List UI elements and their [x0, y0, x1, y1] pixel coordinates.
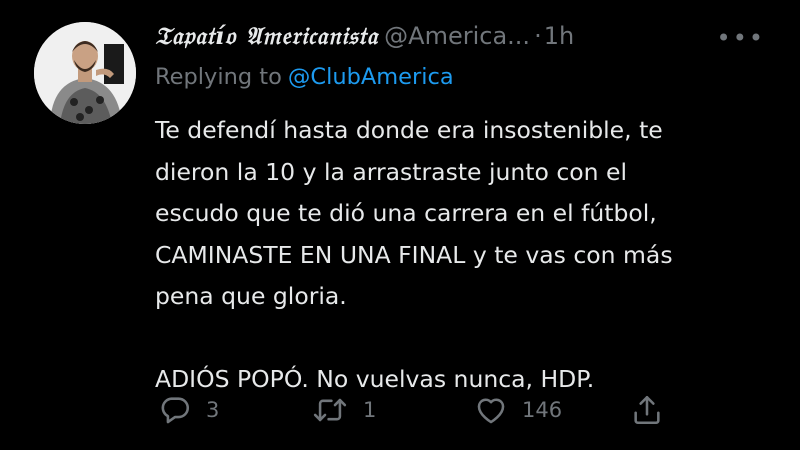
- reply-icon: [161, 397, 190, 424]
- reply-count: 3: [206, 398, 220, 422]
- tweet-text-line: escudo que te dió una carrera en el fútb…: [155, 199, 657, 227]
- more-horizontal-icon[interactable]: •••: [717, 20, 765, 56]
- heart-icon: [477, 398, 505, 424]
- dot-separator: ·: [534, 22, 542, 50]
- timestamp[interactable]: 1h: [544, 22, 574, 50]
- tweet-text-line: pena que gloria.: [155, 282, 347, 310]
- like-button[interactable]: 146: [474, 390, 562, 430]
- replying-to-link[interactable]: @ClubAmerica: [288, 64, 454, 90]
- retweet-count: 1: [363, 398, 377, 422]
- display-name[interactable]: 𝔗𝔞𝔭𝔞𝔱í𝔬 𝔄𝔪𝔢𝔯𝔦𝔠𝔞𝔫𝔦𝔰𝔱𝔞: [155, 21, 378, 50]
- tweet-actions: 3 1 146: [158, 390, 678, 430]
- share-button[interactable]: [630, 390, 664, 430]
- user-handle[interactable]: @America...: [384, 22, 530, 50]
- share-icon: [634, 395, 660, 425]
- tweet-text-line: CAMINASTE EN UNA FINAL y te vas con más: [155, 240, 673, 269]
- tweet-text-line: [155, 318, 780, 360]
- replying-to: Replying to @ClubAmerica: [155, 61, 454, 93]
- retweet-button[interactable]: 1: [311, 390, 376, 430]
- replying-to-label: Replying to: [155, 64, 282, 90]
- tweet-text-line: Te defendí hasta donde era insostenible,…: [155, 116, 663, 144]
- reply-button[interactable]: 3: [158, 390, 219, 430]
- tweet-text-line: dieron la 10 y la arrastraste junto con …: [155, 157, 627, 186]
- avatar-photo: [34, 22, 136, 124]
- like-count: 146: [522, 398, 563, 422]
- retweet-icon: [313, 398, 347, 422]
- tweet-header: 𝔗𝔞𝔭𝔞𝔱í𝔬 𝔄𝔪𝔢𝔯𝔦𝔠𝔞𝔫𝔦𝔰𝔱𝔞 @America... ·1h •••: [155, 18, 785, 54]
- tweet-text: Te defendí hasta donde era insostenible,…: [155, 110, 780, 401]
- tweet[interactable]: 𝔗𝔞𝔭𝔞𝔱í𝔬 𝔄𝔪𝔢𝔯𝔦𝔠𝔞𝔫𝔦𝔰𝔱𝔞 @America... ·1h ••• R…: [0, 0, 800, 450]
- avatar[interactable]: [34, 22, 136, 124]
